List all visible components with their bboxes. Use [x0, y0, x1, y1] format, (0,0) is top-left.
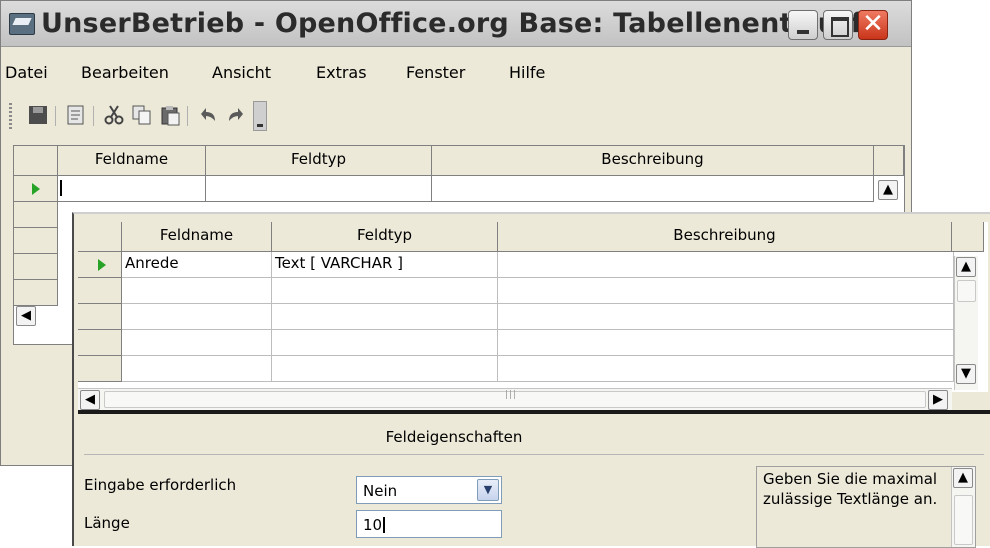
feldtyp-cell[interactable]: Text [ VARCHAR ]: [272, 252, 498, 278]
more-icon[interactable]: [253, 101, 267, 131]
paste-icon[interactable]: [159, 104, 181, 126]
maximize-button[interactable]: [823, 10, 853, 40]
feldname-cell[interactable]: [122, 278, 272, 304]
row-header-corner: [78, 222, 122, 252]
copy-icon[interactable]: [131, 104, 153, 126]
chevron-down-icon[interactable]: ▼: [477, 479, 499, 501]
text-caret: [60, 180, 62, 196]
required-label: Eingabe erforderlich: [84, 476, 237, 494]
vertical-scrollbar[interactable]: ▲ ▼: [954, 256, 978, 390]
column-header-feldname[interactable]: Feldname: [58, 146, 206, 176]
scroll-up-icon[interactable]: ▲: [878, 180, 898, 200]
table-design-panel: Feldname Feldtyp Beschreibung Anrede Tex…: [72, 212, 990, 548]
current-row-icon: [32, 183, 40, 195]
row-header[interactable]: [78, 304, 122, 330]
field-properties-title: Feldeigenschaften: [385, 428, 523, 446]
feldtyp-cell[interactable]: [272, 278, 498, 304]
close-button[interactable]: ✕: [858, 9, 888, 40]
app-icon: [9, 13, 35, 35]
title-bar[interactable]: UnserBetrieb - OpenOffice.org Base: Tabe…: [1, 1, 911, 47]
beschreibung-cell[interactable]: [498, 356, 954, 382]
text-caret: [383, 517, 386, 533]
scrollbar-thumb[interactable]: [954, 495, 973, 545]
window-title: UnserBetrieb - OpenOffice.org Base: Tabe…: [41, 8, 863, 39]
scrollbar-thumb[interactable]: [104, 390, 926, 408]
table-design-grid: Feldname Feldtyp Beschreibung Anrede Tex…: [78, 222, 988, 392]
redo-icon[interactable]: [225, 104, 247, 126]
toolbar-separator: [55, 106, 56, 126]
row-header-corner: [14, 146, 58, 176]
row-header[interactable]: [14, 254, 58, 280]
scroll-up-icon[interactable]: ▲: [953, 468, 973, 488]
required-select[interactable]: Nein ▼: [356, 476, 502, 504]
feldname-cell[interactable]: [122, 304, 272, 330]
feldname-cell[interactable]: [58, 176, 206, 202]
splitter-bar[interactable]: [78, 410, 990, 414]
header-corner-box: [952, 222, 984, 252]
column-header-feldtyp[interactable]: Feldtyp: [272, 222, 498, 252]
beschreibung-cell[interactable]: [498, 252, 954, 278]
help-scrollbar[interactable]: ▲: [951, 467, 975, 547]
beschreibung-cell[interactable]: [498, 278, 954, 304]
row-header[interactable]: [14, 280, 58, 306]
save-icon[interactable]: [27, 104, 49, 126]
row-header[interactable]: [78, 278, 122, 304]
column-header-beschreibung[interactable]: Beschreibung: [498, 222, 952, 252]
column-header-feldtyp[interactable]: Feldtyp: [206, 146, 432, 176]
row-header[interactable]: [78, 356, 122, 382]
close-icon: ✕: [862, 9, 884, 39]
row-header[interactable]: [78, 330, 122, 356]
scroll-down-icon[interactable]: ▼: [956, 364, 976, 384]
menu-datei[interactable]: Datei: [5, 63, 48, 82]
toolbar-separator: [93, 106, 94, 126]
edit-icon[interactable]: [65, 104, 87, 126]
menu-bearbeiten[interactable]: Bearbeiten: [81, 63, 169, 82]
feldname-cell[interactable]: [122, 356, 272, 382]
section-divider: [84, 454, 984, 455]
length-input[interactable]: 10: [356, 510, 502, 538]
undo-icon[interactable]: [197, 104, 219, 126]
scroll-left-icon[interactable]: ◀: [16, 306, 36, 326]
cut-icon[interactable]: [103, 104, 125, 126]
scroll-left-icon[interactable]: ◀: [80, 390, 100, 410]
toolbar-separator: [187, 106, 188, 126]
current-row-icon: [98, 259, 106, 271]
horizontal-scrollbar[interactable]: ◀ ▶: [78, 388, 952, 410]
feldname-cell[interactable]: Anrede: [122, 252, 272, 278]
required-value: Nein: [363, 482, 398, 500]
column-header-feldname[interactable]: Feldname: [122, 222, 272, 252]
menu-hilfe[interactable]: Hilfe: [509, 63, 545, 82]
scrollbar-thumb[interactable]: [957, 280, 976, 302]
feldname-cell[interactable]: [122, 330, 272, 356]
menu-bar: Datei Bearbeiten Ansicht Extras Fenster …: [1, 59, 911, 87]
feldtyp-cell[interactable]: [272, 330, 498, 356]
help-text-box: Geben Sie die maximal zulässige Textläng…: [756, 466, 976, 548]
toolbar: [9, 97, 359, 137]
scroll-up-icon[interactable]: ▲: [956, 257, 976, 277]
row-header[interactable]: [14, 228, 58, 254]
row-header[interactable]: [78, 252, 122, 278]
beschreibung-cell[interactable]: [498, 330, 954, 356]
length-value: 10: [363, 516, 383, 534]
minimize-button[interactable]: [788, 10, 818, 40]
row-header[interactable]: [14, 176, 58, 202]
feldtyp-cell[interactable]: [272, 304, 498, 330]
scroll-right-icon[interactable]: ▶: [928, 390, 948, 410]
toolbar-grip[interactable]: [9, 103, 12, 129]
menu-fenster[interactable]: Fenster: [406, 63, 465, 82]
help-text: Geben Sie die maximal zulässige Textläng…: [763, 470, 938, 508]
header-corner-box: [874, 146, 904, 176]
menu-ansicht[interactable]: Ansicht: [212, 63, 271, 82]
beschreibung-cell[interactable]: [498, 304, 954, 330]
column-header-beschreibung[interactable]: Beschreibung: [432, 146, 874, 176]
beschreibung-cell[interactable]: [432, 176, 874, 202]
menu-extras[interactable]: Extras: [316, 63, 367, 82]
feldtyp-cell[interactable]: [206, 176, 432, 202]
feldtyp-cell[interactable]: [272, 356, 498, 382]
length-label: Länge: [84, 514, 130, 532]
row-header[interactable]: [14, 202, 58, 228]
